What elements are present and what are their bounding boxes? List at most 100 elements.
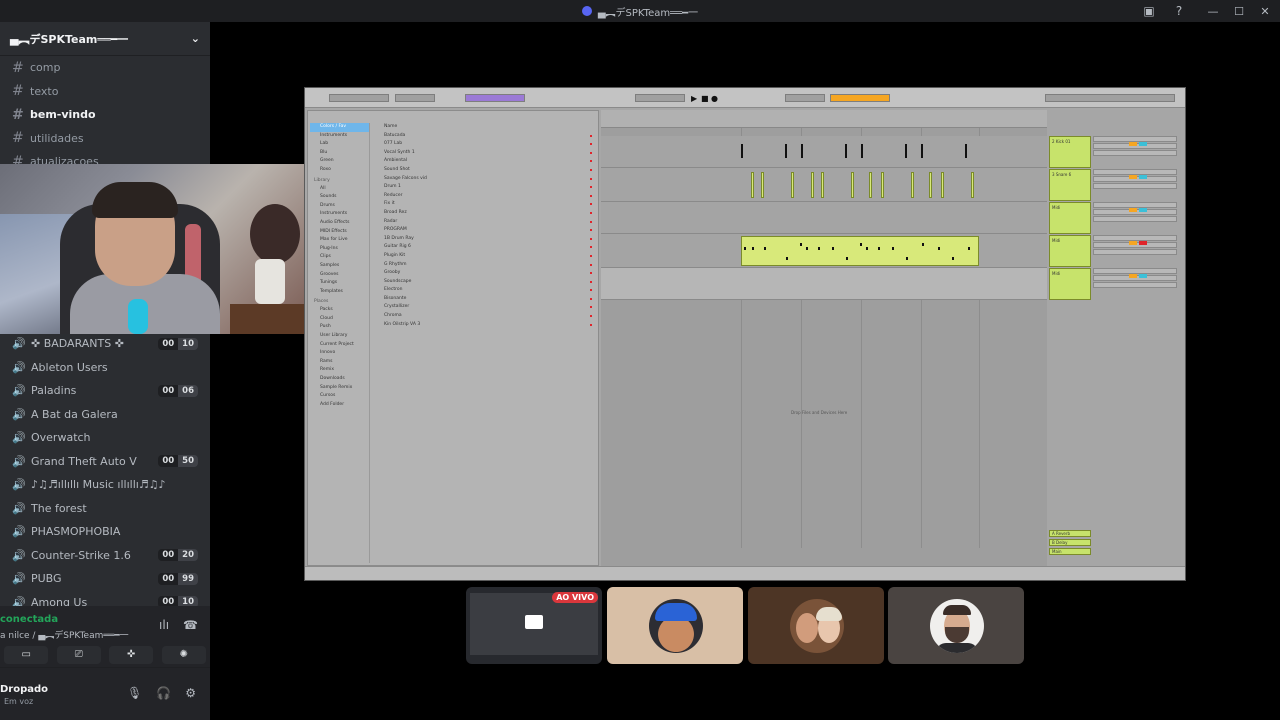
snare-clip[interactable] — [761, 172, 764, 198]
folder-item[interactable]: Soundscape — [372, 278, 596, 287]
ableton-signature-box[interactable] — [395, 94, 435, 102]
ableton-live-window[interactable]: ▶ ■ ● Colors / Fav Instruments Lab Blu G… — [304, 87, 1186, 581]
voice-channel[interactable]: 🔊 ♪♫♬ıllıllı Music ıllıllı♬♫♪ — [0, 473, 210, 497]
stop-icon[interactable]: ■ — [701, 94, 709, 103]
folder-item[interactable]: Fix it — [372, 200, 596, 209]
snare-clip[interactable] — [821, 172, 824, 198]
browser-category[interactable]: Colors / Fav — [310, 123, 369, 132]
soundboard-icon[interactable]: ✺ — [161, 646, 206, 664]
places-item[interactable]: Cloud — [310, 315, 369, 324]
voice-channel[interactable]: 🔊 Ableton Users — [0, 356, 210, 380]
snare-clip[interactable] — [811, 172, 814, 198]
folder-item[interactable]: Ambiental — [372, 157, 596, 166]
text-channel[interactable]: # comp — [0, 56, 210, 80]
folder-item[interactable]: Grooby — [372, 269, 596, 278]
camera-button-icon[interactable]: ▭ — [4, 646, 49, 664]
voice-channel[interactable]: 🔊 A Bat da Galera — [0, 403, 210, 427]
places-item[interactable]: Innovo — [310, 349, 369, 358]
folder-item[interactable]: Batucada — [372, 132, 596, 141]
arrangement-track[interactable] — [601, 202, 1047, 234]
midi-clip[interactable] — [741, 236, 979, 266]
browser-category[interactable]: Roxo — [310, 166, 369, 175]
ableton-position-box[interactable] — [635, 94, 685, 102]
folder-item[interactable]: Kin Oilstrip VA 3 — [372, 321, 596, 330]
browser-category[interactable]: Lab — [310, 140, 369, 149]
participant-tile[interactable] — [888, 587, 1024, 664]
folder-item[interactable]: Reducer — [372, 192, 596, 201]
folder-item[interactable]: G Rhythm — [372, 261, 596, 270]
places-item[interactable]: Push — [310, 323, 369, 332]
return-track[interactable]: B Delay — [1049, 539, 1091, 546]
folder-item[interactable]: Bisonante — [372, 295, 596, 304]
ableton-tempo-box[interactable] — [329, 94, 389, 102]
library-item[interactable]: Templates — [310, 288, 369, 297]
ableton-key-box[interactable] — [465, 94, 525, 102]
microphone-icon[interactable]: 🎙 — [127, 686, 142, 700]
track-header[interactable]: Midi — [1049, 235, 1091, 267]
server-header[interactable]: ▄︻デSPKTeam══━一 ⌄ — [0, 22, 210, 56]
chevron-down-icon[interactable]: ⌄ — [191, 32, 200, 45]
participant-tile[interactable] — [607, 587, 743, 664]
screen-share-icon[interactable]: ⎚ — [56, 646, 101, 664]
ableton-draw-mode[interactable] — [830, 94, 890, 102]
text-channel-active[interactable]: # bem-vindo — [0, 103, 210, 127]
library-item[interactable]: Drums — [310, 202, 369, 211]
places-item[interactable]: Rams — [310, 358, 369, 367]
snare-clip[interactable] — [911, 172, 914, 198]
library-item[interactable]: All — [310, 185, 369, 194]
folder-item[interactable]: Guitar Rig 6 — [372, 243, 596, 252]
folder-item[interactable]: Savage Falcons vid — [372, 175, 596, 184]
places-item[interactable]: User Library — [310, 332, 369, 341]
library-item[interactable]: Instruments — [310, 210, 369, 219]
voice-channel[interactable]: 🔊 The forest — [0, 497, 210, 521]
text-channel[interactable]: # texto — [0, 80, 210, 104]
snare-clip[interactable] — [929, 172, 932, 198]
arrangement-ruler[interactable] — [601, 110, 1047, 128]
voice-channel[interactable]: 🔊 Overwatch — [0, 426, 210, 450]
folder-item[interactable]: Drum 1 — [372, 183, 596, 192]
track-header[interactable]: Midi — [1049, 268, 1091, 300]
browser-category[interactable]: Instruments — [310, 132, 369, 141]
places-item[interactable]: Cursos — [310, 392, 369, 401]
places-item[interactable]: Current Project — [310, 341, 369, 350]
voice-channel[interactable]: 🔊 ✜ BADARANTS ✜ 00 10 — [0, 332, 210, 356]
folder-item[interactable]: PROGRAM — [372, 226, 596, 235]
folder-item[interactable]: Electron — [372, 286, 596, 295]
help-icon[interactable]: ? — [1172, 4, 1186, 18]
play-icon[interactable]: ▶ — [691, 94, 697, 103]
snare-clip[interactable] — [869, 172, 872, 198]
folder-item[interactable]: Crystallizer — [372, 303, 596, 312]
places-item[interactable]: Downloads — [310, 375, 369, 384]
voice-channel[interactable]: 🔊 Paladins 00 06 — [0, 379, 210, 403]
library-item[interactable]: Grooves — [310, 271, 369, 280]
folder-item[interactable]: Sound Shot — [372, 166, 596, 175]
snare-clip[interactable] — [881, 172, 884, 198]
library-item[interactable]: Tunings — [310, 279, 369, 288]
settings-gear-icon[interactable]: ⚙ — [185, 686, 196, 700]
inbox-icon[interactable]: ▣ — [1142, 4, 1156, 18]
browser-category[interactable]: Green — [310, 157, 369, 166]
folder-item[interactable]: Vocal Synth 1 — [372, 149, 596, 158]
folder-item[interactable]: Chroma — [372, 312, 596, 321]
snare-clip[interactable] — [851, 172, 854, 198]
maximize-button[interactable]: ☐ — [1226, 5, 1252, 18]
arrangement-track[interactable] — [601, 234, 1047, 268]
arrangement-track[interactable] — [601, 268, 1047, 300]
track-header[interactable]: 2 Kick 01 — [1049, 136, 1091, 168]
snare-clip[interactable] — [941, 172, 944, 198]
library-item[interactable]: Clips — [310, 253, 369, 262]
track-header[interactable]: 3 Snare 6 — [1049, 169, 1091, 201]
ableton-arrangement-view[interactable]: Drop Files and Devices Here — [601, 110, 1047, 566]
folder-item[interactable]: 1B Drum Ray — [372, 235, 596, 244]
headphones-icon[interactable]: 🎧 — [156, 686, 171, 700]
folder-item[interactable]: Radar — [372, 218, 596, 227]
ableton-loop-box[interactable] — [785, 94, 825, 102]
record-icon[interactable]: ● — [711, 94, 718, 103]
library-item[interactable]: Sounds — [310, 193, 369, 202]
library-item[interactable]: Max for Live — [310, 236, 369, 245]
disconnect-icon[interactable]: ☎ — [183, 618, 198, 632]
participant-tile[interactable] — [748, 587, 884, 664]
places-item[interactable]: Packs — [310, 306, 369, 315]
folder-item[interactable]: Plugin Kit — [372, 252, 596, 261]
track-header[interactable]: Midi — [1049, 202, 1091, 234]
